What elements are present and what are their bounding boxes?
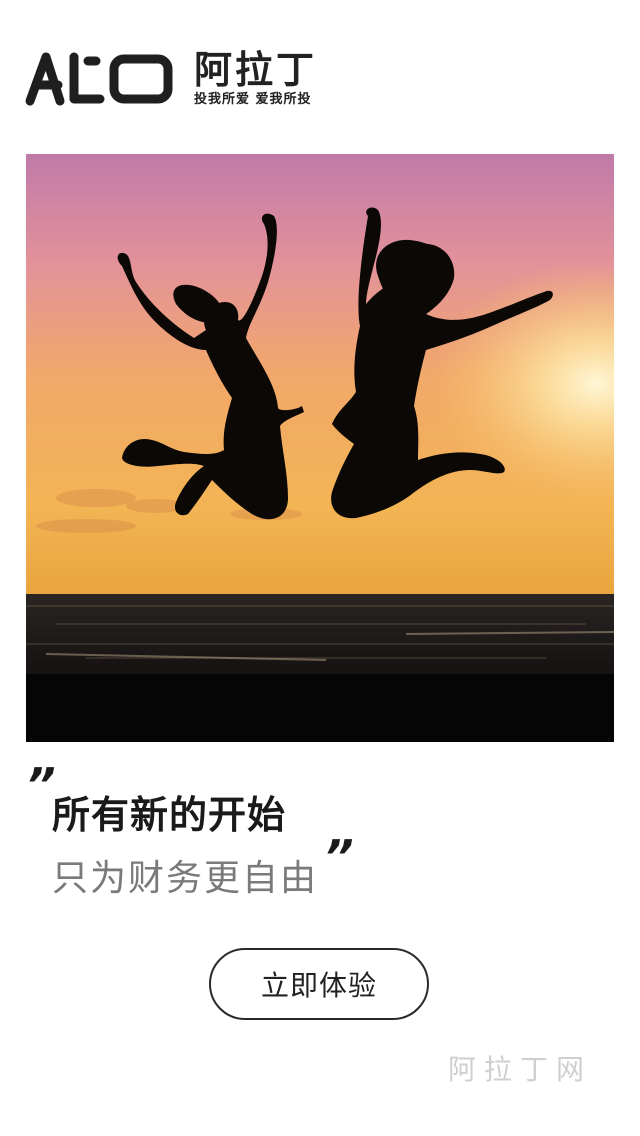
headline-secondary: 只为财务更自由 (52, 858, 319, 899)
brand-text: 阿拉丁 投我所爱 爱我所投 (194, 48, 317, 108)
brand-name: 阿拉丁 (194, 48, 318, 92)
close-quote-mark: ” (324, 830, 354, 884)
try-now-button[interactable]: 立即体验 (209, 948, 429, 1020)
brand-logo: 阿拉丁 投我所爱 爱我所投 (24, 46, 317, 110)
brand-slogan: 投我所爱 爱我所投 (194, 92, 312, 107)
watermark-text: 阿拉丁网 (448, 1053, 593, 1086)
hero-image (26, 154, 614, 742)
headline-primary: 所有新的开始 (52, 793, 287, 837)
alo-logo-mark-icon (25, 52, 173, 106)
